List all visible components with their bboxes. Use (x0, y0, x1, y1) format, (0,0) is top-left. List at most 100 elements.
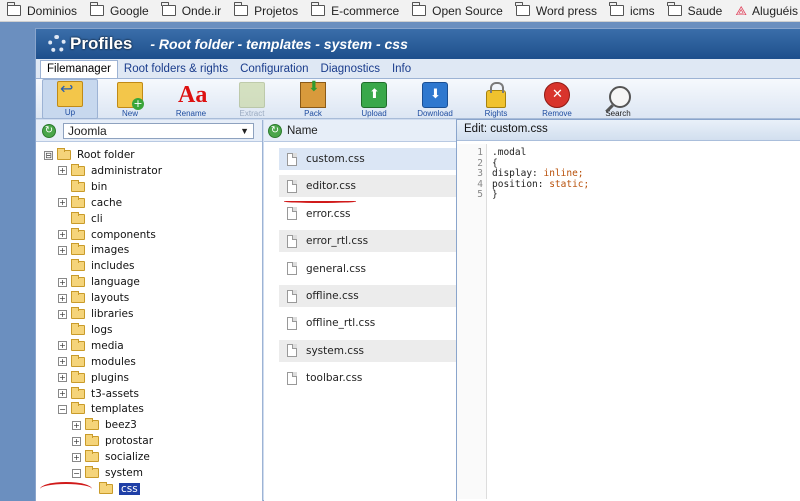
bookmark-item[interactable]: E-commerce (310, 2, 400, 18)
expand-toggle-icon[interactable]: + (58, 245, 67, 255)
bookmark-item[interactable]: Dominios (6, 2, 77, 18)
tree-item[interactable]: + plugins (58, 370, 129, 386)
folder-icon (85, 466, 99, 478)
tree-item[interactable]: + t3-assets (58, 386, 139, 402)
tree-item[interactable]: includes (58, 258, 135, 274)
tree-item[interactable]: bin (58, 179, 107, 195)
upload-button[interactable]: Upload (346, 79, 402, 119)
tab-diagnostics[interactable]: Diagnostics (315, 63, 386, 78)
tree-item[interactable]: + modules (58, 354, 136, 370)
tree-item[interactable]: logs (58, 322, 112, 338)
tree-item[interactable]: + administrator (58, 163, 162, 179)
tree-item[interactable]: + protostar (72, 433, 153, 449)
extract-button[interactable]: Extract (224, 79, 280, 119)
tree-item[interactable]: css (86, 481, 140, 497)
tree-item[interactable]: + language (58, 274, 140, 290)
tree-item-label: language (91, 276, 140, 289)
folder-icon (71, 195, 85, 208)
rename-button[interactable]: Aa Rename (163, 79, 219, 119)
tree-item-label: bin (91, 180, 108, 193)
bookmark-item[interactable]: Word press (515, 2, 597, 18)
file-row[interactable]: custom.css (279, 148, 456, 170)
code-text: .modal (492, 147, 527, 158)
file-row[interactable]: offline.css (279, 285, 456, 307)
expand-toggle-icon[interactable]: + (72, 436, 81, 446)
refresh-icon[interactable]: ↻ (42, 123, 56, 138)
bookmark-label: Saude (687, 3, 723, 18)
tab-configuration[interactable]: Configuration (234, 63, 314, 78)
bookmark-item[interactable]: Onde.ir (161, 2, 221, 18)
expand-toggle-icon[interactable]: + (58, 166, 67, 176)
expand-toggle-icon[interactable]: + (58, 230, 67, 239)
toolbar: Up New AaRename Extract Pack Upload Down… (36, 79, 800, 119)
expand-toggle-icon[interactable]: − (72, 468, 81, 478)
tab-root-folders-rights[interactable]: Root folders & rights (118, 63, 234, 78)
file-row[interactable]: error_rtl.css (279, 230, 456, 253)
file-name: general.css (306, 262, 366, 275)
search-icon (609, 86, 631, 108)
expand-toggle-icon[interactable]: + (72, 452, 81, 462)
bookmark-label: E-commerce (331, 3, 400, 18)
folder-icon (85, 450, 99, 463)
download-button[interactable]: Download (407, 79, 463, 119)
tree-item[interactable]: + beez3 (72, 417, 137, 433)
tree-item[interactable]: + images (58, 242, 129, 258)
title-bar: Profiles - Root folder - templates - sys… (36, 29, 800, 59)
file-icon (287, 207, 297, 221)
folder-icon (71, 179, 85, 192)
search-button[interactable]: Search (590, 79, 646, 119)
tree-item[interactable]: + libraries (58, 306, 133, 322)
root-select[interactable]: Joomla ▼ (63, 122, 254, 139)
tree-item-label: libraries (91, 308, 134, 320)
expand-toggle-icon[interactable]: + (58, 341, 67, 351)
refresh-icon[interactable]: ↻ (268, 123, 282, 138)
expand-toggle-icon[interactable]: + (58, 389, 67, 398)
bookmark-item[interactable]: Projetos (233, 2, 298, 18)
expand-toggle-icon[interactable]: + (58, 293, 67, 303)
file-row[interactable]: offline_rtl.css (279, 312, 456, 334)
up-button[interactable]: Up (42, 79, 98, 119)
expand-toggle-icon[interactable]: + (58, 277, 67, 287)
file-row[interactable]: toolbar.css (279, 367, 456, 389)
pack-button[interactable]: Pack (285, 79, 341, 119)
tree-item[interactable]: + cache (58, 195, 122, 211)
code-editor[interactable]: 1 .modal 2 {3 display: inline; 4 position: sta… (457, 144, 800, 499)
tree-item[interactable]: ⊟ Root folder (44, 147, 135, 163)
expand-toggle-icon[interactable]: ⊟ (44, 150, 53, 160)
file-row[interactable]: error.css (279, 203, 456, 225)
bookmark-item[interactable]: Open Source (411, 2, 503, 18)
tree-item[interactable]: − templates (58, 401, 144, 417)
tree-item[interactable]: + socialize (72, 449, 150, 465)
code-text: } (492, 189, 498, 200)
expand-toggle-icon[interactable]: − (58, 404, 67, 414)
bookmark-item[interactable]: Google (89, 2, 149, 18)
file-name: editor.css (306, 180, 356, 193)
expand-toggle-icon[interactable]: + (58, 357, 67, 367)
bookmark-item[interactable]: Saude (667, 2, 723, 18)
folder-icon (71, 275, 85, 288)
bookmark-item[interactable]: ⟁ Aluguéis por tempora (735, 3, 800, 19)
tree-item[interactable]: + components (58, 227, 156, 243)
expand-toggle-icon[interactable]: + (72, 420, 81, 430)
column-name-header[interactable]: Name (287, 125, 318, 137)
expand-toggle-icon[interactable]: + (58, 198, 67, 208)
bookmark-item[interactable]: icms (609, 2, 655, 18)
tree-item[interactable]: − system (72, 465, 143, 481)
file-row[interactable]: system.css (279, 339, 456, 362)
expand-toggle-icon[interactable]: + (58, 373, 67, 383)
new-button[interactable]: New (102, 79, 158, 119)
tab-info[interactable]: Info (386, 63, 417, 78)
file-row[interactable]: general.css (279, 258, 456, 280)
tree-item[interactable]: + media (58, 338, 124, 354)
tree-item-label: Root folder (77, 149, 135, 161)
rights-button[interactable]: Rights (468, 79, 524, 119)
tab-filemanager[interactable]: Filemanager (40, 60, 118, 78)
folder-icon (71, 291, 85, 304)
folder-icon (161, 2, 176, 16)
remove-button[interactable]: Remove (529, 79, 585, 119)
upload-icon (361, 82, 387, 108)
tree-item[interactable]: + layouts (58, 290, 129, 306)
file-row[interactable]: editor.css (279, 175, 456, 198)
tree-item[interactable]: cli (58, 211, 103, 227)
expand-toggle-icon[interactable]: + (58, 309, 67, 319)
